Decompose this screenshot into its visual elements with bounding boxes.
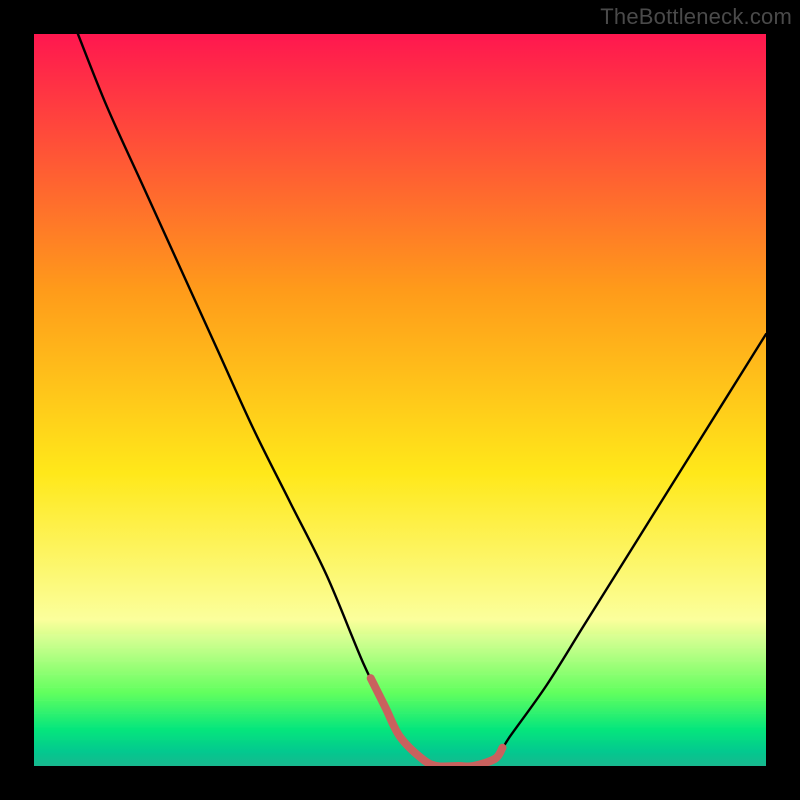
green-band-stripes: [34, 634, 766, 767]
chart-frame: TheBottleneck.com: [0, 0, 800, 800]
watermark-text: TheBottleneck.com: [600, 4, 792, 30]
bottleneck-chart-svg: [0, 0, 800, 800]
